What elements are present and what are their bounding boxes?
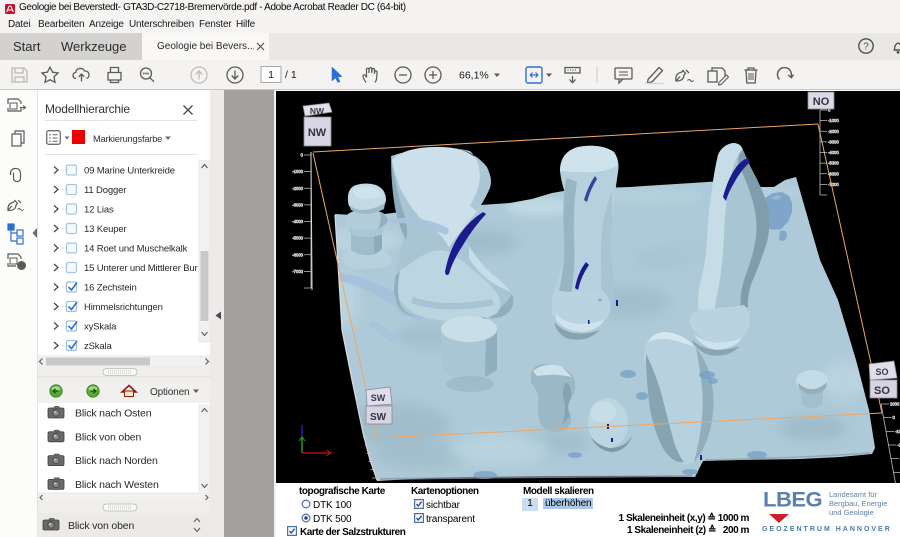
svg-text:-1000: -1000 xyxy=(292,169,303,174)
svg-text:NW: NW xyxy=(310,106,325,116)
svg-text:Blick nach Norden: Blick nach Norden xyxy=(75,455,158,467)
svg-text:i: i xyxy=(21,264,23,271)
svg-text:SW: SW xyxy=(371,393,386,403)
svg-text:12 Lias: 12 Lias xyxy=(84,205,114,216)
svg-text:-1000: -1000 xyxy=(828,118,839,123)
svg-text:NW: NW xyxy=(308,127,327,139)
svg-text:Blick nach Osten: Blick nach Osten xyxy=(75,408,152,420)
svg-text:-6000: -6000 xyxy=(828,171,839,176)
svg-text:16 Zechstein: 16 Zechstein xyxy=(84,283,137,294)
svg-text:-1000: -1000 xyxy=(895,429,900,434)
svg-text:66,1%: 66,1% xyxy=(459,70,489,82)
svg-text:-3000: -3000 xyxy=(292,202,303,207)
svg-text:14 Roet und Muschelkalk: 14 Roet und Muschelkalk xyxy=(84,244,188,255)
svg-text:/ 1: / 1 xyxy=(285,69,297,81)
svg-text:-2000: -2000 xyxy=(292,186,303,191)
svg-text:-6000: -6000 xyxy=(292,252,303,257)
svg-text:SO: SO xyxy=(875,367,888,377)
svg-text:-2000: -2000 xyxy=(828,129,839,134)
svg-text:1: 1 xyxy=(268,69,274,81)
svg-text:11 Dogger: 11 Dogger xyxy=(84,185,126,196)
svg-text:Optionen: Optionen xyxy=(150,387,189,398)
svg-text:-3000: -3000 xyxy=(828,139,839,144)
svg-text:15 Unterer und Mittlerer Bur: 15 Unterer und Mittlerer Bur xyxy=(84,263,198,274)
svg-text:NO: NO xyxy=(813,96,830,108)
svg-text:Blick von oben: Blick von oben xyxy=(68,520,135,532)
svg-text:SW: SW xyxy=(370,412,387,423)
svg-text:xySkala: xySkala xyxy=(84,322,117,333)
svg-text:-7000: -7000 xyxy=(828,182,839,187)
svg-text:SO: SO xyxy=(874,385,890,397)
svg-text:13 Keuper: 13 Keuper xyxy=(84,224,127,235)
svg-text:1000: 1000 xyxy=(890,402,900,407)
svg-text:Himmelsrichtungen: Himmelsrichtungen xyxy=(84,302,163,313)
svg-text:09 Marine Unterkreide: 09 Marine Unterkreide xyxy=(84,166,175,177)
svg-text:-5000: -5000 xyxy=(292,236,303,241)
svg-text:Blick von oben: Blick von oben xyxy=(75,431,142,443)
svg-text:-4000: -4000 xyxy=(292,219,303,224)
svg-text:Markierungsfarbe: Markierungsfarbe xyxy=(93,134,162,144)
svg-text:Blick nach Westen: Blick nach Westen xyxy=(75,479,159,491)
svg-text:-5000: -5000 xyxy=(828,161,839,166)
svg-text:-7000: -7000 xyxy=(292,269,303,274)
svg-text:zSkala: zSkala xyxy=(84,341,112,352)
svg-text:-4000: -4000 xyxy=(828,150,839,155)
svg-text:?: ? xyxy=(863,42,869,53)
